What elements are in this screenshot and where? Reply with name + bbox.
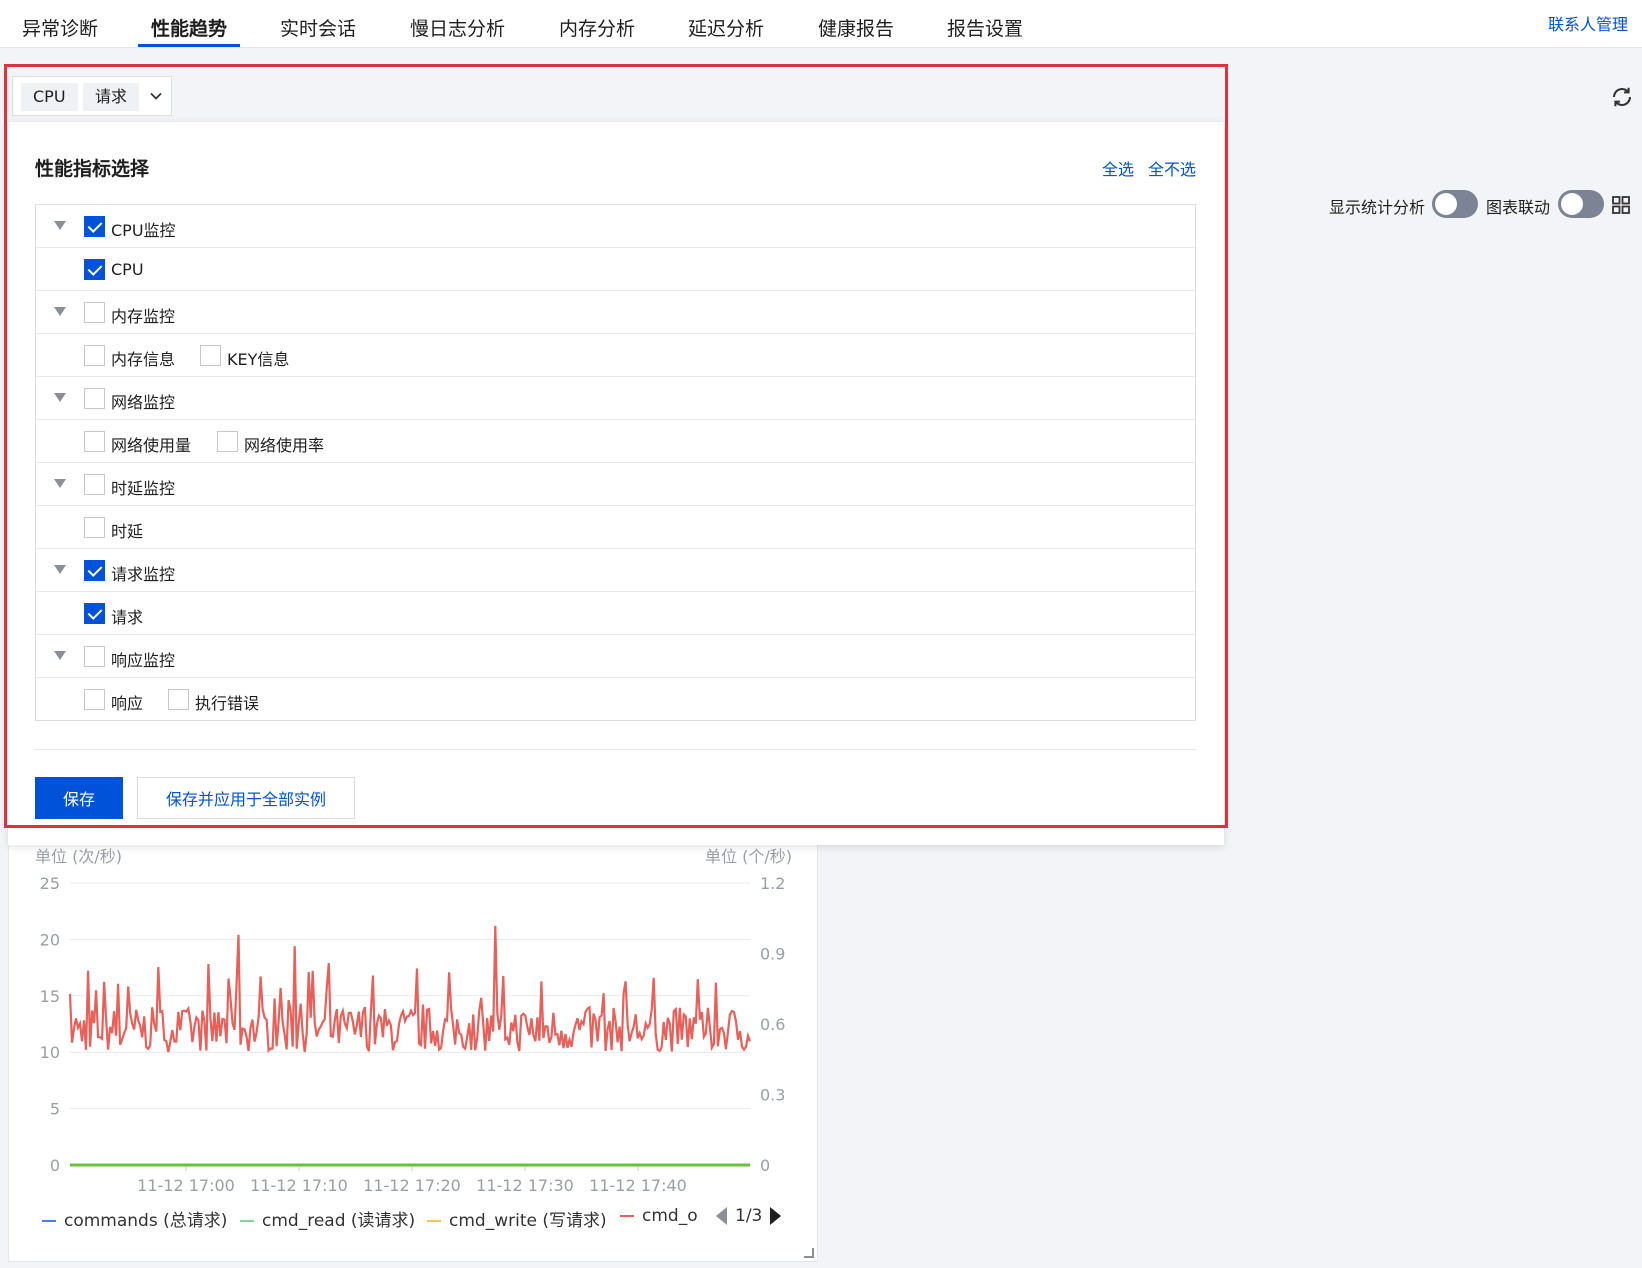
legend-next-icon[interactable]: [770, 1207, 782, 1225]
checkbox-response[interactable]: [84, 689, 105, 710]
legend-page-indicator: 1/3: [735, 1206, 763, 1226]
metric-selector[interactable]: CPU 请求: [12, 76, 172, 116]
legend-label: commands (总请求): [64, 1211, 228, 1231]
chevron-down-icon[interactable]: [149, 89, 163, 103]
checkbox-cpu-monitor[interactable]: [84, 216, 105, 237]
checkbox-execution-error[interactable]: [168, 689, 189, 710]
tree-item-row: 内存信息 KEY信息: [36, 334, 1195, 377]
checkbox-memory-info[interactable]: [84, 345, 105, 366]
select-all-link[interactable]: 全选: [1102, 156, 1134, 180]
tree-group-row: 响应监控: [36, 635, 1195, 678]
caret-down-icon[interactable]: [54, 221, 66, 230]
metric-tree: CPU监控 CPU 内存监控 内存信息 KEY信息 网络监控 网络使用量 网络使…: [35, 204, 1196, 721]
toggle-knob: [1561, 193, 1583, 215]
show-stats-toggle[interactable]: [1432, 190, 1478, 218]
metric-selection-panel: 性能指标选择 全选 全不选 CPU监控 CPU 内存监控 内存信息 KEY信息: [8, 122, 1224, 845]
legend-prev-icon[interactable]: [716, 1207, 727, 1225]
item-label: KEY信息: [227, 350, 290, 369]
item-label: 响应: [111, 694, 144, 713]
checkbox-latency[interactable]: [84, 517, 105, 538]
item-label: 时延: [111, 522, 144, 541]
caret-down-icon[interactable]: [54, 565, 66, 574]
panel-divider: [35, 749, 1196, 750]
legend-item-cmd-read[interactable]: cmd_read (读请求): [240, 1206, 415, 1231]
save-button[interactable]: 保存: [35, 777, 123, 819]
select-none-link[interactable]: 全不选: [1148, 156, 1196, 180]
tab-report-settings[interactable]: 报告设置: [947, 14, 1023, 41]
top-nav: 异常诊断 性能趋势 实时会话 慢日志分析 内存分析 延迟分析 健康报告 报告设置…: [0, 0, 1642, 48]
chart-card: [8, 800, 818, 1262]
caret-down-icon[interactable]: [54, 393, 66, 402]
group-label: 网络监控: [111, 393, 176, 412]
panel-title: 性能指标选择: [35, 158, 150, 180]
resize-handle-icon[interactable]: [804, 1248, 814, 1258]
legend-swatch: [42, 1220, 56, 1222]
caret-down-icon[interactable]: [54, 307, 66, 316]
legend-item-cmd-write[interactable]: cmd_write (写请求): [427, 1206, 607, 1231]
tree-group-row: 网络监控: [36, 377, 1195, 420]
item-label: 请求: [111, 608, 144, 627]
legend-item-cmd-o[interactable]: cmd_o: [620, 1206, 698, 1226]
selected-tag-cpu: CPU: [21, 83, 78, 111]
grid-layout-icon[interactable]: [1612, 196, 1630, 214]
checkbox-cpu[interactable]: [84, 259, 105, 280]
show-stats-label: 显示统计分析: [1329, 198, 1426, 217]
checkbox-network-usage-rate[interactable]: [217, 431, 238, 452]
tree-item-row: 请求: [36, 592, 1195, 635]
tab-memory-analysis[interactable]: 内存分析: [559, 14, 635, 41]
legend-swatch: [427, 1220, 441, 1222]
caret-down-icon[interactable]: [54, 479, 66, 488]
tab-realtime-session[interactable]: 实时会话: [280, 14, 356, 41]
tree-group-row: 时延监控: [36, 463, 1195, 506]
legend-item-commands[interactable]: commands (总请求): [42, 1206, 227, 1231]
chart-link-label: 图表联动: [1486, 198, 1551, 217]
tab-performance-trend[interactable]: 性能趋势: [151, 14, 227, 41]
legend-swatch: [620, 1215, 634, 1217]
group-label: 响应监控: [111, 651, 176, 670]
tree-group-row: 内存监控: [36, 291, 1195, 334]
tree-item-row: 响应 执行错误: [36, 678, 1195, 721]
item-label: 网络使用量: [111, 436, 192, 455]
chart-link-toggle[interactable]: [1558, 190, 1604, 218]
checkbox-key-info[interactable]: [200, 345, 221, 366]
checkbox-response-monitor[interactable]: [84, 646, 105, 667]
group-label: 内存监控: [111, 307, 176, 326]
group-label: 时延监控: [111, 479, 176, 498]
tree-group-row: CPU监控: [36, 205, 1195, 248]
tree-item-row: 时延: [36, 506, 1195, 549]
checkbox-network-usage[interactable]: [84, 431, 105, 452]
tab-slow-log-analysis[interactable]: 慢日志分析: [410, 14, 505, 41]
legend-label: cmd_write (写请求): [449, 1211, 607, 1231]
checkbox-request[interactable]: [84, 603, 105, 624]
item-label: 执行错误: [195, 694, 260, 713]
toggle-knob: [1435, 193, 1457, 215]
checkbox-request-monitor[interactable]: [84, 560, 105, 581]
tree-group-row: 请求监控: [36, 549, 1195, 592]
tab-latency-analysis[interactable]: 延迟分析: [688, 14, 764, 41]
contact-management-link[interactable]: 联系人管理: [1548, 11, 1628, 35]
group-label: 请求监控: [111, 565, 176, 584]
group-label: CPU监控: [111, 221, 176, 240]
checkbox-memory-monitor[interactable]: [84, 302, 105, 323]
active-tab-indicator: [138, 44, 240, 47]
legend-label: cmd_read (读请求): [262, 1211, 416, 1231]
tree-item-row: CPU: [36, 248, 1195, 291]
legend-label: cmd_o: [642, 1206, 698, 1226]
checkbox-network-monitor[interactable]: [84, 388, 105, 409]
tab-health-report[interactable]: 健康报告: [818, 14, 894, 41]
checkbox-latency-monitor[interactable]: [84, 474, 105, 495]
item-label: CPU: [111, 260, 144, 279]
tree-item-row: 网络使用量 网络使用率: [36, 420, 1195, 463]
save-apply-all-button[interactable]: 保存并应用于全部实例: [137, 777, 355, 819]
legend-pager: 1/3: [716, 1206, 782, 1226]
tab-anomaly-diagnosis[interactable]: 异常诊断: [22, 14, 98, 41]
item-label: 网络使用率: [244, 436, 325, 455]
selected-tag-request: 请求: [83, 83, 140, 111]
caret-down-icon[interactable]: [54, 651, 66, 660]
refresh-icon[interactable]: [1610, 85, 1634, 109]
legend-swatch: [240, 1220, 254, 1222]
item-label: 内存信息: [111, 350, 176, 369]
